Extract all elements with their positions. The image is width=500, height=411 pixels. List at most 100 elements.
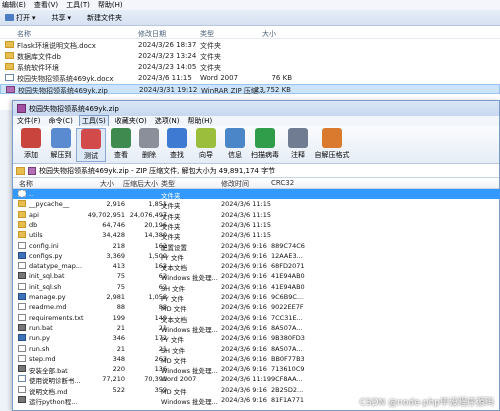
file-row[interactable]: 数据库文件db 2024/3/23 13:24 文件夹 — [0, 51, 500, 61]
archive-row[interactable]: run.py 346 172 PY 文件 2024/3/6 9:16 9B380FD3 — [13, 333, 500, 344]
archive-row[interactable]: init_sql.bat 75 62 Windows 批处理... 2024/3/6 9… — [13, 271, 500, 282]
winrar-window: 校园失物招领系统469yk.zip 文件(F) 命令(C) 工具(S) 收藏夹(O) 选… — [12, 100, 500, 411]
wizard-button[interactable]: 向导 — [191, 128, 221, 160]
menu-edit[interactable]: 编辑(E) — [2, 0, 26, 10]
extract-button[interactable]: 解压到 — [46, 128, 76, 160]
archive-row[interactable]: api 49,702,951 24,076,497 文件夹 2024/3/6 11:15 — [13, 210, 500, 221]
comment-icon — [288, 128, 308, 148]
folder-icon — [18, 200, 26, 208]
test-button[interactable]: 测试 — [76, 128, 106, 162]
column-size[interactable]: 大小 — [262, 29, 276, 39]
file-row[interactable]: 校园失物招领系统469yk.docx 2024/3/6 11:15 Word 200… — [0, 73, 500, 83]
open-label: 打开 — [16, 13, 30, 22]
archive-row[interactable]: run.bat 21 21 Windows 批处理... 2024/3/6 9:16 8A… — [13, 323, 500, 334]
virus-scan-button[interactable]: 扫描病毒 — [250, 128, 280, 160]
row-crc: 7CC31E... — [271, 313, 303, 322]
menu-item[interactable]: 命令(C) — [47, 116, 75, 126]
row-crc: 12AAE3... — [271, 251, 303, 260]
archive-row[interactable]: 使用说明诊断书... 77,210 70,391 Word 2007 2024/3/6 … — [13, 374, 500, 385]
row-name: configs.py — [29, 251, 63, 260]
archive-row[interactable]: __pycache__ 2,916 1,851 文件夹 2024/3/6 11:15 — [13, 199, 500, 210]
archive-row[interactable]: requirements.txt 199 149 文本文档 2024/3/6 9:16 7… — [13, 313, 500, 324]
archive-row[interactable]: 说明文档.md 522 359 MD 文件 2024/3/6 9:16 2B25D2... — [13, 385, 500, 396]
row-type: Windows 批处理... — [161, 398, 218, 406]
row-modified: 2024/3/6 9:16 — [221, 354, 267, 363]
folder-icon — [5, 52, 14, 59]
menu-item[interactable]: 选项(N) — [153, 116, 182, 126]
archive-row[interactable]: config.ini 218 162 配置设置 2024/3/6 9:16 889C74C… — [13, 241, 500, 252]
row-modified: 2024/3/6 9:16 — [221, 344, 267, 353]
view-button[interactable]: 查看 — [106, 128, 136, 160]
pyf-icon — [18, 251, 26, 259]
archive-row[interactable]: init_sql.sh 75 62 SH 文件 2024/3/6 9:16 41E94AB… — [13, 282, 500, 293]
menu-item[interactable]: 文件(F) — [15, 116, 43, 126]
archive-row[interactable]: manage.py 2,981 1,058 PY 文件 2024/3/6 9:16 9C6… — [13, 292, 500, 303]
up-folder-icon[interactable] — [16, 166, 25, 175]
file-type: Word 2007 — [200, 74, 239, 82]
file-type: 文件夹 — [200, 64, 221, 72]
txt-icon — [18, 262, 26, 270]
row-size: 34,428 — [102, 231, 125, 240]
row-crc: 8A507A... — [271, 344, 303, 353]
sfx-button[interactable]: 自解压格式 — [312, 128, 352, 160]
file-size: 76 KB — [271, 74, 292, 82]
info-button[interactable]: 信息 — [220, 128, 250, 160]
file-row[interactable]: Flask环境说明文档.docx 2024/3/26 18:37 文件夹 — [0, 40, 500, 50]
menu-help[interactable]: 帮助(H) — [98, 0, 123, 10]
new-folder-button[interactable]: 新建文件夹 — [84, 12, 125, 24]
share-button[interactable]: 共享 ▾ — [49, 12, 75, 24]
row-modified: 2024/3/6 9:16 — [221, 365, 267, 374]
comment-button[interactable]: 注释 — [283, 128, 313, 160]
file-row[interactable]: 系统软件环境 2024/3/23 14:05 文件夹 — [0, 62, 500, 72]
column-size[interactable]: 大小 — [100, 179, 114, 189]
archive-row[interactable]: readme.md 88 88 MD 文件 2024/3/6 9:16 9022EE7F — [13, 302, 500, 313]
row-crc: 9022EE7F — [271, 303, 304, 312]
archive-row[interactable]: datatype_map... 413 162 文本文档 2024/3/6 9:16 68… — [13, 261, 500, 272]
archive-row[interactable]: utils 34,428 14,380 文件夹 2024/3/6 11:15 — [13, 230, 500, 241]
column-type[interactable]: 类型 — [161, 179, 175, 189]
file-name: Flask环境说明文档.docx — [17, 42, 96, 50]
txt-icon — [18, 303, 26, 311]
tool-label: 向导 — [199, 151, 213, 159]
file-type: 文件夹 — [200, 53, 221, 61]
archive-row[interactable]: step.md 348 263 MD 文件 2024/3/6 9:16 BB0F77B3 — [13, 354, 500, 365]
column-date[interactable]: 修改日期 — [138, 29, 166, 39]
row-modified: 2024/3/6 9:16 — [221, 241, 267, 250]
delete-button[interactable]: 删除 — [134, 128, 164, 160]
column-name[interactable]: 名称 — [17, 29, 31, 39]
menu-tools[interactable]: 工具(T) — [66, 0, 90, 10]
row-modified: 2024/3/6 9:16 — [221, 313, 267, 322]
txt-icon — [18, 313, 26, 321]
row-name: requirements.txt — [29, 313, 84, 322]
row-size: 77,210 — [102, 375, 125, 384]
column-name[interactable]: 名称 — [19, 179, 33, 189]
window-title: 校园失物招领系统469yk.zip — [29, 104, 119, 113]
tool-label: 添加 — [24, 151, 38, 159]
row-modified: 2024/3/6 9:16 — [221, 282, 267, 291]
menu-view[interactable]: 查看(V) — [34, 0, 58, 10]
archive-row[interactable]: configs.py 3,369 1,500 PY 文件 2024/3/6 9:16 12… — [13, 251, 500, 262]
row-size: 75 — [116, 282, 125, 291]
row-crc: BB0F77B3 — [271, 354, 305, 363]
txt-icon — [18, 344, 26, 352]
menu-item[interactable]: 收藏夹(O) — [113, 116, 149, 126]
archive-row[interactable]: .. 文件夹 — [13, 189, 500, 200]
row-modified: 2024/3/6 11:15 — [221, 210, 271, 219]
virus-scan-icon — [255, 128, 275, 148]
column-crc[interactable]: CRC32 — [271, 179, 294, 187]
menu-item[interactable]: 帮助(H) — [185, 116, 214, 126]
row-crc: 8A507A... — [271, 323, 303, 332]
file-name: 系统软件环境 — [17, 64, 59, 72]
file-row[interactable]: 校园失物招领系统469yk.zip 2024/3/31 19:12 WinRAR Z… — [0, 84, 500, 95]
add-button[interactable]: 添加 — [16, 128, 46, 160]
archive-row[interactable]: db 64,746 20,196 文件夹 2024/3/6 11:15 — [13, 220, 500, 231]
column-modified[interactable]: 修改时间 — [221, 179, 249, 189]
open-button[interactable]: 打开 ▾ — [2, 12, 39, 24]
archive-row[interactable]: run.sh 21 21 SH 文件 2024/3/6 9:16 8A507A... — [13, 344, 500, 355]
column-packed[interactable]: 压缩后大小 — [123, 179, 158, 189]
column-type[interactable]: 类型 — [200, 29, 214, 39]
find-button[interactable]: 查找 — [162, 128, 192, 160]
archive-row[interactable]: 安装全部.bat 220 136 Windows 批处理... 2024/3/6 9:1… — [13, 364, 500, 375]
row-name: init_sql.sh — [29, 282, 62, 291]
tool-label: 自解压格式 — [314, 151, 350, 159]
